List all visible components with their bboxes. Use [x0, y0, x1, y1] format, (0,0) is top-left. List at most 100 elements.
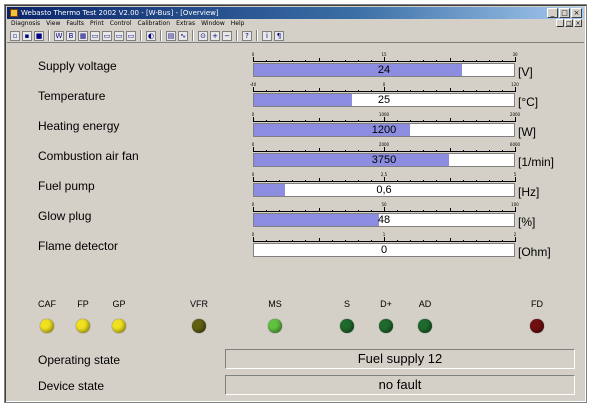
- scale-tick: [292, 180, 294, 182]
- zoom-out-icon[interactable]: −: [222, 30, 232, 41]
- zoom-in-icon[interactable]: +: [210, 30, 220, 41]
- info-icon[interactable]: i: [262, 30, 272, 41]
- scale-tick: [253, 147, 254, 152]
- indicator-d-plus: D+: [366, 299, 406, 343]
- graph-icon[interactable]: ∿: [178, 30, 188, 41]
- scale-tick-label: 1: [382, 232, 386, 237]
- close-button[interactable]: ×: [571, 8, 582, 18]
- menu-item-view[interactable]: View: [46, 19, 60, 29]
- scale-tick: [501, 180, 503, 182]
- scale-tick: [344, 240, 346, 242]
- scale-tick: [357, 90, 359, 92]
- meter-icon[interactable]: ◐: [146, 30, 156, 41]
- scale-tick: [253, 57, 254, 62]
- panel2-icon[interactable]: ▭: [102, 30, 112, 41]
- mdi-minimize-button[interactable]: _: [556, 19, 564, 27]
- gauge-value: 25: [377, 94, 391, 106]
- scale-tick: [279, 240, 281, 242]
- panel4-icon[interactable]: ▭: [126, 30, 136, 41]
- grid-icon[interactable]: ▦: [78, 30, 88, 41]
- scale-tick: [449, 178, 451, 182]
- scale-tick: [488, 180, 490, 182]
- indicator-label: GP: [112, 299, 126, 309]
- menu-item-extras[interactable]: Extras: [176, 19, 195, 29]
- toolbar-separator: [160, 30, 162, 41]
- menu-item-calibration[interactable]: Calibration: [137, 19, 170, 29]
- scale-tick: [384, 117, 385, 122]
- menu-item-control[interactable]: Control: [110, 19, 132, 29]
- scale-tick: [318, 148, 320, 152]
- menu-item-diagnosis[interactable]: Diagnosis: [11, 19, 40, 29]
- indicator-label: VFR: [190, 299, 208, 309]
- scale-tick: [266, 120, 268, 122]
- scale-tick: [331, 90, 333, 92]
- scale-tick: [357, 240, 359, 242]
- scale-tick: [279, 60, 281, 62]
- device-state-label: Device state: [38, 379, 105, 393]
- menu-item-faults[interactable]: Faults: [66, 19, 84, 29]
- scale-tick: [384, 177, 385, 182]
- mdi-close-button[interactable]: ×: [574, 19, 582, 27]
- panel3-icon[interactable]: ▭: [114, 30, 124, 41]
- about-icon[interactable]: ¶: [274, 30, 284, 41]
- menu-item-print[interactable]: Print: [90, 19, 104, 29]
- stop-icon[interactable]: ■: [34, 30, 44, 41]
- scale-tick: [357, 180, 359, 182]
- menu-bar: Diagnosis View Faults Print Control Calibrati…: [7, 19, 584, 29]
- mdi-restore-button[interactable]: □: [565, 19, 573, 27]
- scale-tick: [475, 210, 477, 212]
- scale-tick: [292, 240, 294, 242]
- scale-tick: [279, 210, 281, 212]
- scale-tick: [331, 120, 333, 122]
- scale-tick: [357, 120, 359, 122]
- scale-tick: [436, 180, 438, 182]
- indicator-led-icon: [418, 319, 432, 333]
- scale-tick: [475, 240, 477, 242]
- help-icon[interactable]: ?: [242, 30, 252, 41]
- panel1-icon[interactable]: ▭: [90, 30, 100, 41]
- toolbar-separator: [256, 30, 258, 41]
- wbus2-icon[interactable]: B: [66, 30, 76, 41]
- indicator-fp: FP: [63, 299, 103, 343]
- scale-tick: [279, 180, 281, 182]
- scale-tick: [423, 210, 425, 212]
- menu-item-help[interactable]: Help: [231, 19, 245, 29]
- title-bar[interactable]: Webasto Thermo Test 2002 V2.00 - [W-Bus]…: [7, 7, 584, 19]
- scale-tick: [344, 90, 346, 92]
- scale-tick-label: 100: [511, 202, 519, 207]
- scale-tick-label: 1000: [378, 112, 390, 117]
- scale-tick-label: -40: [249, 82, 257, 87]
- scale-tick: [344, 120, 346, 122]
- gauge-unit: [W]: [518, 125, 536, 139]
- scale-tick: [266, 180, 268, 182]
- scale-tick: [449, 148, 451, 152]
- gauge-unit: [Ohm]: [518, 245, 551, 259]
- overview-panel: Flame detector 0 1 2 0 [Ohm] Glow plug 0 50 100 48…: [11, 49, 583, 401]
- minimize-button[interactable]: _: [547, 8, 558, 18]
- scale-tick: [515, 57, 516, 62]
- scale-tick: [370, 180, 372, 182]
- zoom-icon[interactable]: ⊙: [198, 30, 208, 41]
- scale-tick: [501, 150, 503, 152]
- indicator-label: AD: [418, 299, 432, 309]
- scale-tick: [475, 180, 477, 182]
- scale-tick: [449, 88, 451, 92]
- new-icon[interactable]: ▫: [10, 30, 20, 41]
- scale-tick-label: 2000: [509, 112, 521, 117]
- gauge-scale: 0 1 2: [252, 232, 516, 242]
- maximize-button[interactable]: □: [559, 8, 570, 18]
- operating-state-label: Operating state: [38, 353, 121, 367]
- gauge-scale: 0 2000 6000: [252, 142, 520, 152]
- open-icon[interactable]: ▪: [22, 30, 32, 41]
- scale-tick: [357, 60, 359, 62]
- scale-tick: [253, 237, 254, 242]
- scale-tick: [331, 150, 333, 152]
- print-icon[interactable]: ▤: [166, 30, 176, 41]
- scale-tick: [279, 120, 281, 122]
- indicator-led-icon: [268, 319, 282, 333]
- menu-item-window[interactable]: Window: [201, 19, 225, 29]
- scale-tick: [488, 90, 490, 92]
- wbus-icon[interactable]: W: [54, 30, 64, 41]
- gauge-bar: 3750: [253, 153, 515, 167]
- scale-tick: [410, 150, 412, 152]
